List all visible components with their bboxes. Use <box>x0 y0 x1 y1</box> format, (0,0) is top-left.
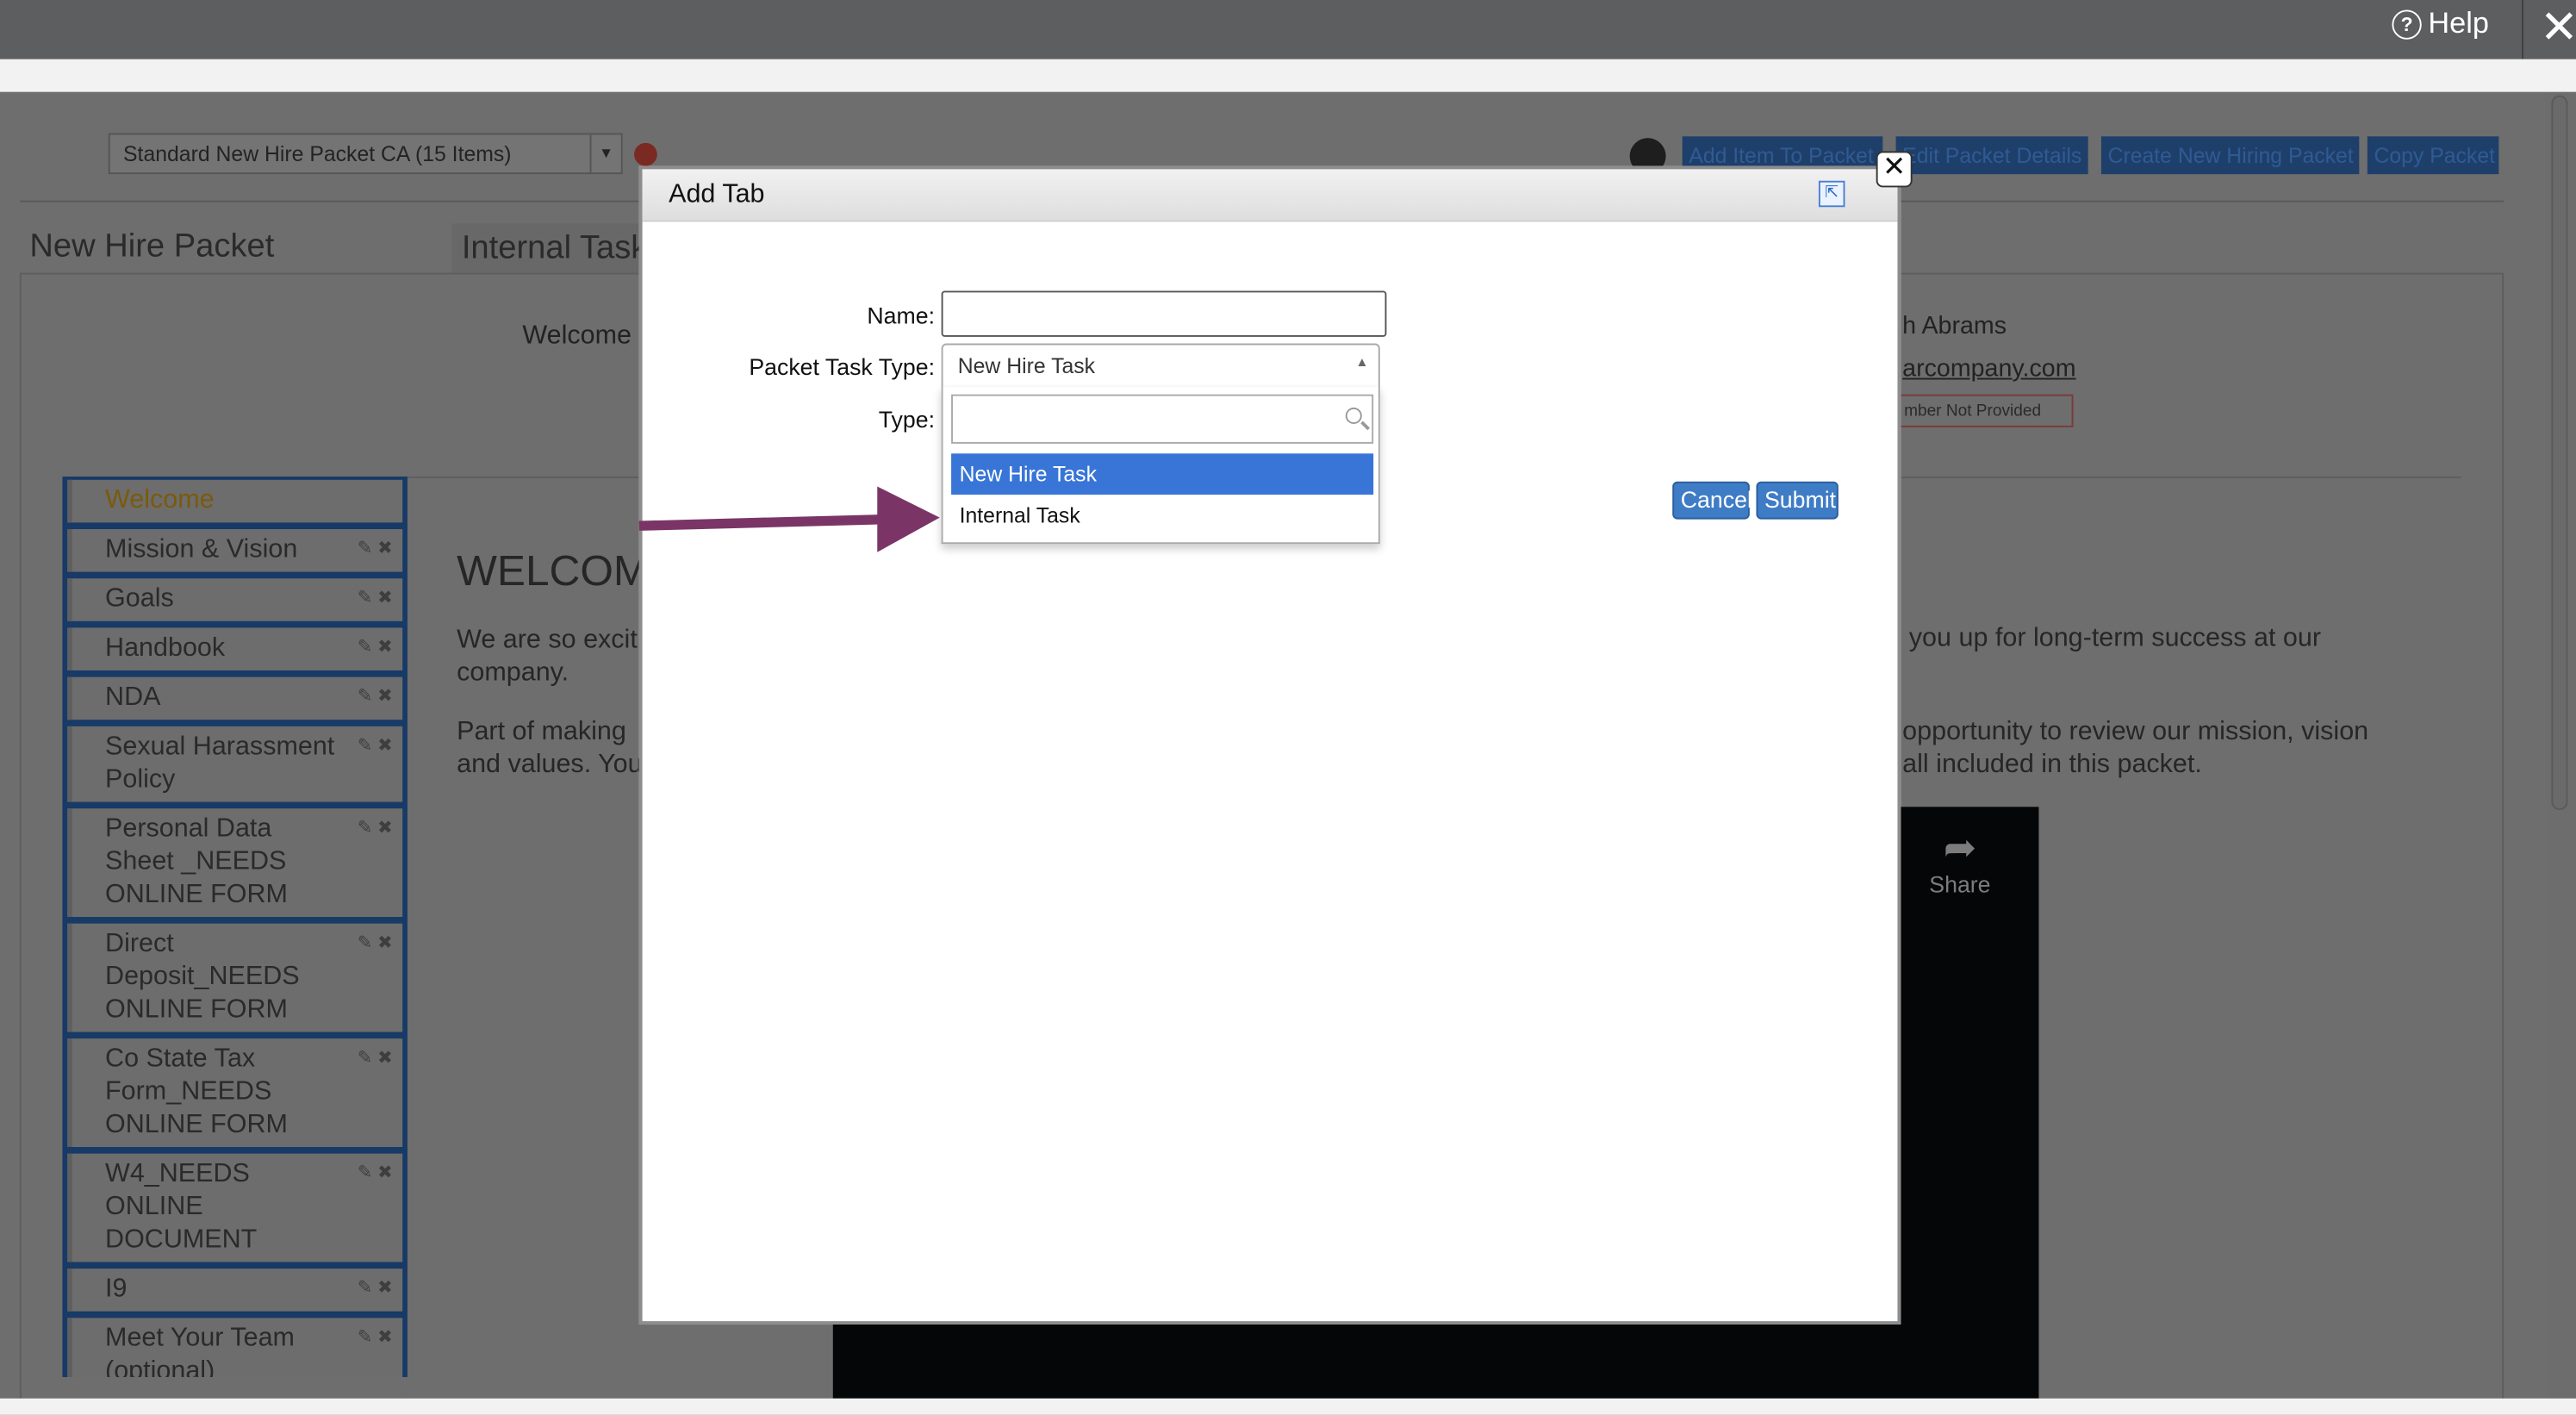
employee-email[interactable]: arcompany.com <box>1902 355 2075 383</box>
content-paragraph: We are so excit company. <box>457 625 638 690</box>
sidebar-item-personal-data-sheet[interactable]: Personal Data Sheet _NEEDS ONLINE FORM ✎ … <box>67 808 403 918</box>
content-paragraph: opportunity to review our mission, visio… <box>1902 716 2368 782</box>
page-title: New Hire Packet <box>29 228 275 265</box>
packet-task-type-dropdown: New Hire Task Internal Task <box>941 386 1380 545</box>
cancel-button[interactable]: Cancel <box>1672 481 1752 520</box>
paragraph-line: We are so excit <box>457 626 638 654</box>
help-button[interactable]: ? Help <box>2392 7 2489 41</box>
edit-packet-details-button[interactable]: Edit Packet Details <box>1895 136 2088 175</box>
header-strip <box>0 59 2576 92</box>
sidebar-item-co-state-tax-form[interactable]: Co State Tax Form_NEEDS ONLINE FORM ✎ ✖ <box>67 1038 403 1148</box>
option-new-hire-task[interactable]: New Hire Task <box>951 453 1374 495</box>
phone-badge: mber Not Provided <box>1895 394 2074 427</box>
top-bar: ? Help ✕ <box>0 0 2576 59</box>
content-paragraph: Part of making and values. You <box>457 716 642 782</box>
submit-button[interactable]: Submit <box>1756 481 1839 520</box>
sidebar-item-label: Sexual Harassment Policy <box>105 732 335 795</box>
paragraph-line: opportunity to review our mission, visio… <box>1902 718 2369 746</box>
bottom-strip <box>0 1398 2576 1415</box>
packet-task-type-label: Packet Task Type: <box>749 352 936 380</box>
question-circle-icon: ? <box>2392 9 2422 39</box>
sidebar-item-label: Goals <box>105 584 174 614</box>
packet-task-type-value: New Hire Task <box>957 352 1096 378</box>
popout-icon[interactable]: ⇱ <box>1818 180 1845 208</box>
paragraph-line: you up for long-term success at our <box>1908 624 2322 653</box>
sidebar-item-handbook[interactable]: Handbook ✎ ✖ <box>67 627 403 671</box>
dialog-close-icon[interactable]: ✕ <box>1876 151 1913 188</box>
paragraph-line: all included in this packet. <box>1902 751 2202 779</box>
chevron-up-icon: ▲ <box>1355 354 1369 371</box>
edit-delete-icons[interactable]: ✎ ✖ <box>358 680 393 713</box>
scrollbar-thumb[interactable] <box>2551 95 2568 811</box>
edit-delete-icons[interactable]: ✎ ✖ <box>358 1042 393 1075</box>
type-label: Type: <box>878 406 936 433</box>
edit-delete-icons[interactable]: ✎ ✖ <box>358 533 393 565</box>
option-internal-task[interactable]: Internal Task <box>951 495 1373 536</box>
search-icon <box>1345 407 1362 424</box>
screen: ? Help ✕ Standard New Hire Packet CA (15… <box>0 0 2576 1415</box>
copy-packet-button[interactable]: Copy Packet <box>2367 136 2499 175</box>
paragraph-line: and values. You <box>457 751 643 779</box>
dialog-title: Add Tab <box>669 180 765 209</box>
close-icon[interactable]: ✕ <box>2540 3 2576 53</box>
chevron-down-icon: ▼ <box>589 134 621 173</box>
sidebar-item-label: Welcome <box>105 486 215 514</box>
name-label: Name: <box>867 302 936 329</box>
name-input[interactable] <box>941 290 1387 337</box>
edit-delete-icons[interactable]: ✎ ✖ <box>358 582 393 614</box>
sidebar-item-label: Co State Tax Form_NEEDS ONLINE FORM <box>105 1044 288 1139</box>
sidebar-item-goals[interactable]: Goals ✎ ✖ <box>67 578 403 621</box>
packet-sidebar: Welcome Mission & Vision ✎ ✖ Goals ✎ ✖ Han… <box>62 476 408 1377</box>
sidebar-item-sexual-harassment-policy[interactable]: Sexual Harassment Policy ✎ ✖ <box>67 726 403 802</box>
divider <box>2522 0 2523 59</box>
edit-delete-icons[interactable]: ✎ ✖ <box>358 730 393 763</box>
edit-delete-icons[interactable]: ✎ ✖ <box>358 926 393 959</box>
dialog-header: Add Tab ⇱ <box>642 169 1898 222</box>
video-share-button[interactable]: ➦ Share <box>1922 826 1998 898</box>
packet-select[interactable]: Standard New Hire Packet CA (15 Items) ▼ <box>108 133 623 175</box>
sidebar-item-w4[interactable]: W4_NEEDS ONLINE DOCUMENT ✎ ✖ <box>67 1153 403 1262</box>
sidebar-item-welcome[interactable]: Welcome <box>67 479 403 523</box>
employee-name: h Abrams <box>1902 312 2007 340</box>
sidebar-item-meet-your-team[interactable]: Meet Your Team (optional) ✎ ✖ <box>67 1318 403 1377</box>
create-new-hiring-packet-button[interactable]: Create New Hiring Packet <box>2100 136 2360 175</box>
edit-delete-icons[interactable]: ✎ ✖ <box>358 1272 393 1305</box>
paragraph-line: Part of making <box>457 718 626 746</box>
delete-packet-icon[interactable] <box>634 142 657 166</box>
sidebar-item-label: W4_NEEDS ONLINE DOCUMENT <box>105 1160 258 1254</box>
sidebar-item-label: Meet Your Team (optional) <box>105 1324 295 1377</box>
edit-delete-icons[interactable]: ✎ ✖ <box>358 631 393 664</box>
add-tab-dialog: Add Tab ⇱ <box>638 165 1901 1325</box>
packet-task-type-select[interactable]: New Hire Task ▲ <box>941 343 1380 389</box>
sidebar-item-label: Direct Deposit_NEEDS ONLINE FORM <box>105 930 300 1024</box>
dropdown-search-input[interactable] <box>951 394 1374 444</box>
edit-delete-icons[interactable]: ✎ ✖ <box>358 1156 393 1189</box>
sidebar-item-label: Handbook <box>105 634 226 663</box>
share-label: Share <box>1929 870 1991 898</box>
edit-delete-icons[interactable]: ✎ ✖ <box>358 812 393 845</box>
content-heading: WELCOM <box>457 545 650 595</box>
sidebar-item-label: Personal Data Sheet _NEEDS ONLINE FORM <box>105 814 288 909</box>
packet-select-value: Standard New Hire Packet CA (15 Items) <box>123 140 512 166</box>
tab-internal-tasks[interactable]: Internal Tasks <box>451 223 650 273</box>
sidebar-item-label: NDA <box>105 683 161 712</box>
sidebar-item-direct-deposit[interactable]: Direct Deposit_NEEDS ONLINE FORM ✎ ✖ <box>67 923 403 1032</box>
share-icon: ➦ <box>1943 826 1977 871</box>
paragraph-line: company. <box>457 658 569 688</box>
sidebar-item-i9[interactable]: I9 ✎ ✖ <box>67 1269 403 1312</box>
sidebar-item-label: Mission & Vision <box>105 535 298 564</box>
edit-delete-icons[interactable]: ✎ ✖ <box>358 1321 393 1354</box>
help-label: Help <box>2428 6 2489 40</box>
sidebar-item-label: I9 <box>105 1275 128 1304</box>
sidebar-item-nda[interactable]: NDA ✎ ✖ <box>67 676 403 720</box>
sidebar-item-mission-vision[interactable]: Mission & Vision ✎ ✖ <box>67 529 403 572</box>
